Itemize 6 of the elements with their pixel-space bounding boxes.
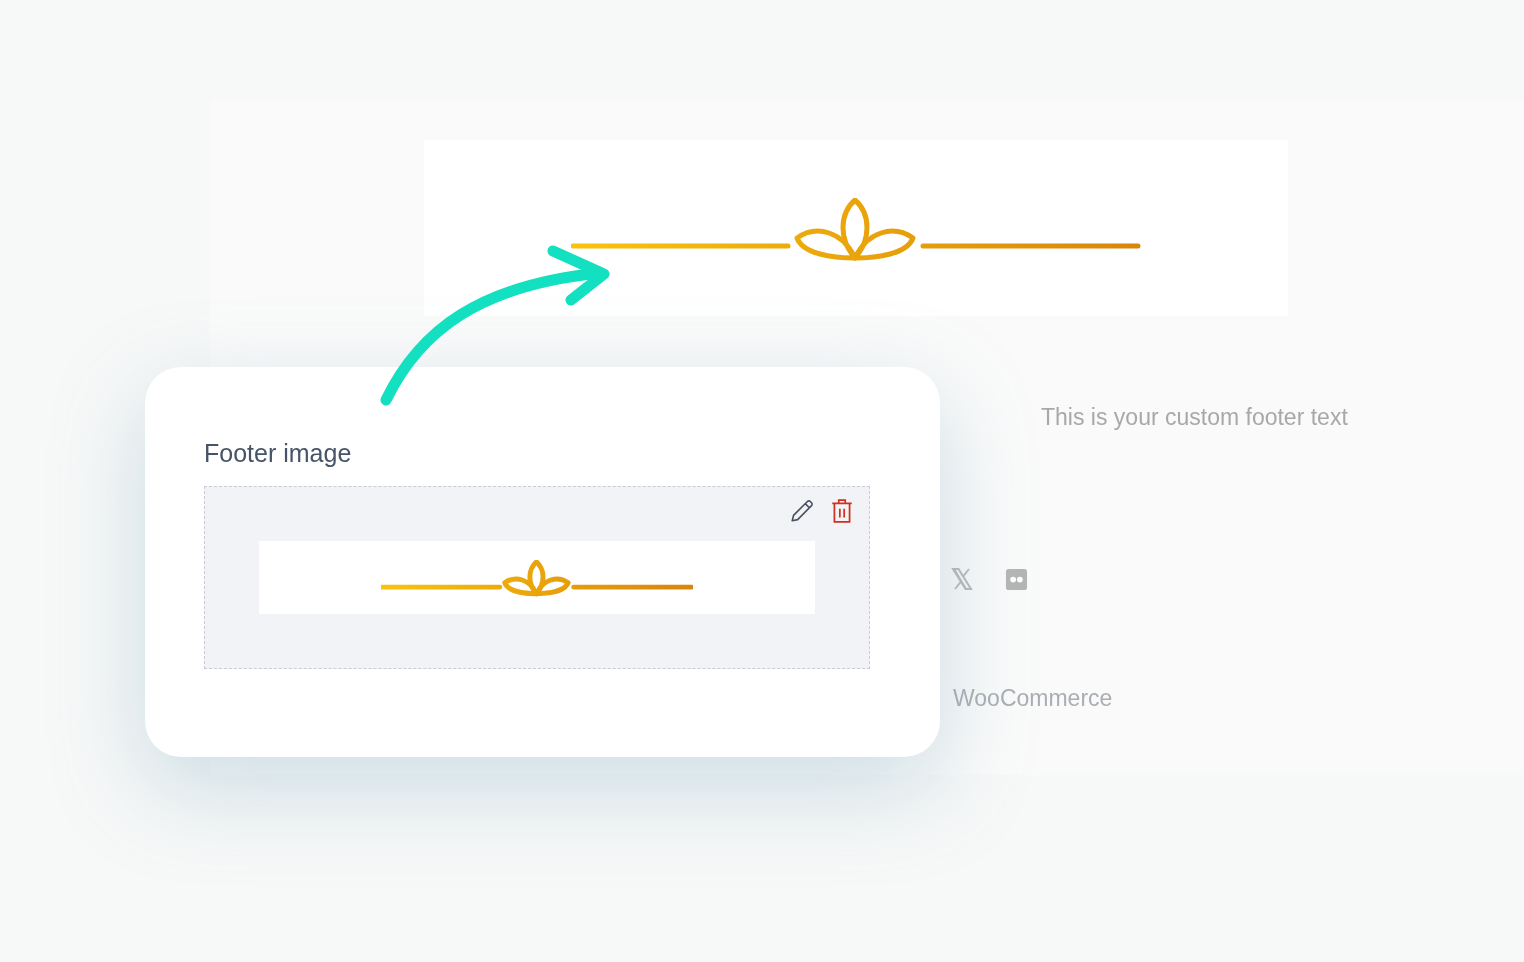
credit-text: WooCommerce [953,685,1113,712]
x-logo-icon[interactable] [950,567,974,591]
trash-icon[interactable] [829,498,855,524]
edit-icon[interactable] [789,498,815,524]
field-label: Footer image [204,439,353,468]
footer-text: This is your custom footer text [1041,404,1348,431]
